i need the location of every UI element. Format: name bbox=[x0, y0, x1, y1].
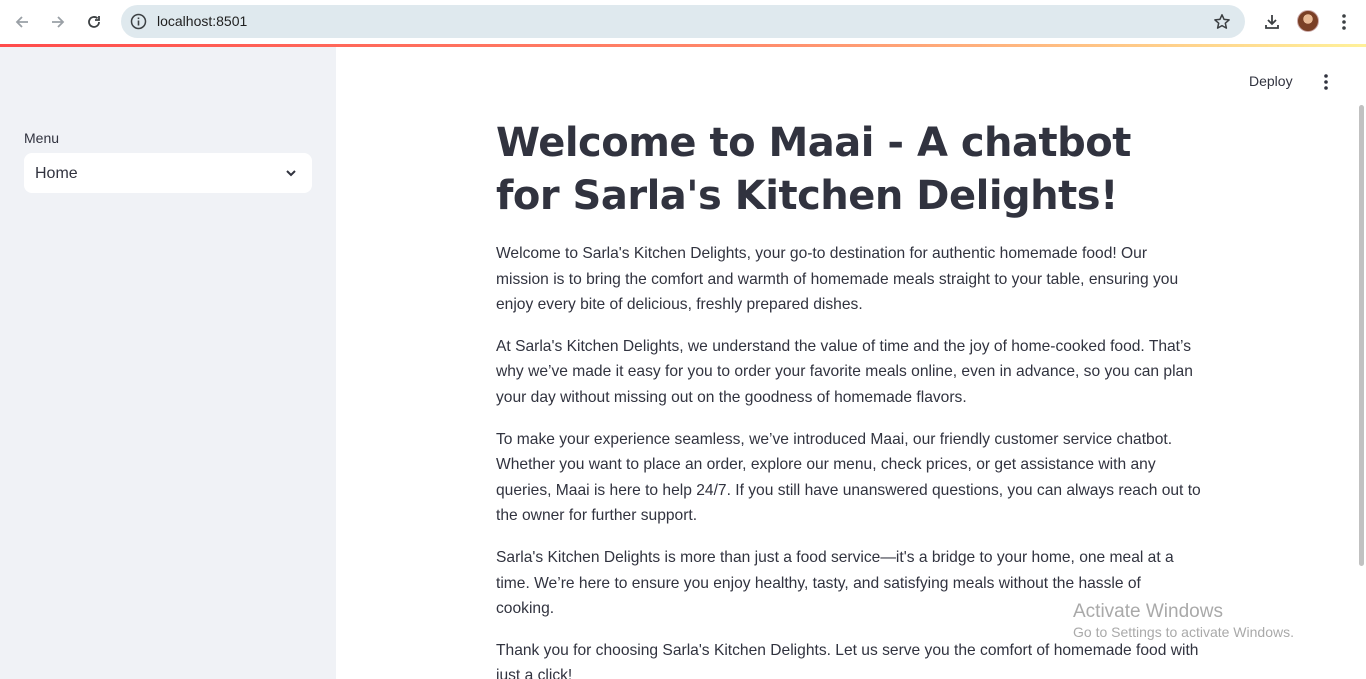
forward-button[interactable] bbox=[45, 9, 71, 35]
about-paragraph: At Sarla's Kitchen Delights, we understa… bbox=[496, 337, 1193, 406]
profile-avatar[interactable] bbox=[1297, 10, 1319, 32]
activation-watermark: Activate Windows Go to Settings to activ… bbox=[1073, 601, 1294, 641]
watermark-subtitle: Go to Settings to activate Windows. bbox=[1073, 624, 1294, 640]
scrollbar[interactable] bbox=[1359, 105, 1364, 566]
arrow-right-icon bbox=[52, 16, 65, 28]
intro-paragraph: Welcome to Sarla's Kitchen Delights, you… bbox=[496, 245, 1179, 314]
bookmark-star-icon[interactable] bbox=[1211, 11, 1233, 33]
reload-button[interactable] bbox=[81, 9, 107, 35]
main-content: Deploy Welcome to Maai - A chatbot for S… bbox=[336, 47, 1366, 679]
downloads-button[interactable] bbox=[1259, 9, 1285, 35]
deploy-button[interactable]: Deploy bbox=[1249, 71, 1293, 91]
page-title: Welcome to Maai - A chatbot for Sarla's … bbox=[496, 120, 1131, 219]
menu-select[interactable]: Home bbox=[24, 153, 312, 193]
chatbot-paragraph: To make your experience seamless, we’ve … bbox=[496, 430, 1201, 525]
site-info-icon[interactable] bbox=[129, 12, 148, 31]
chevron-down-icon bbox=[282, 164, 300, 182]
sidebar: Menu Home bbox=[0, 47, 336, 679]
thanks-paragraph: Thank you for choosing Sarla's Kitchen D… bbox=[496, 641, 1199, 679]
more-vertical-icon bbox=[1324, 74, 1328, 90]
browser-menu-button[interactable] bbox=[1331, 9, 1357, 35]
url-text[interactable]: localhost:8501 bbox=[157, 12, 247, 31]
main-menu-button[interactable] bbox=[1316, 71, 1336, 93]
more-vertical-icon bbox=[1342, 14, 1346, 30]
back-button[interactable] bbox=[9, 9, 35, 35]
content-block: Welcome to Maai - A chatbot for Sarla's … bbox=[496, 117, 1201, 679]
menu-select-value: Home bbox=[35, 165, 78, 182]
browser-toolbar: localhost:8501 bbox=[0, 0, 1366, 44]
reload-icon bbox=[88, 16, 100, 28]
address-bar[interactable]: localhost:8501 bbox=[121, 5, 1245, 38]
download-icon bbox=[1265, 15, 1279, 29]
menu-label: Menu bbox=[24, 130, 60, 146]
watermark-title: Activate Windows bbox=[1073, 601, 1223, 622]
arrow-left-icon bbox=[15, 16, 28, 28]
